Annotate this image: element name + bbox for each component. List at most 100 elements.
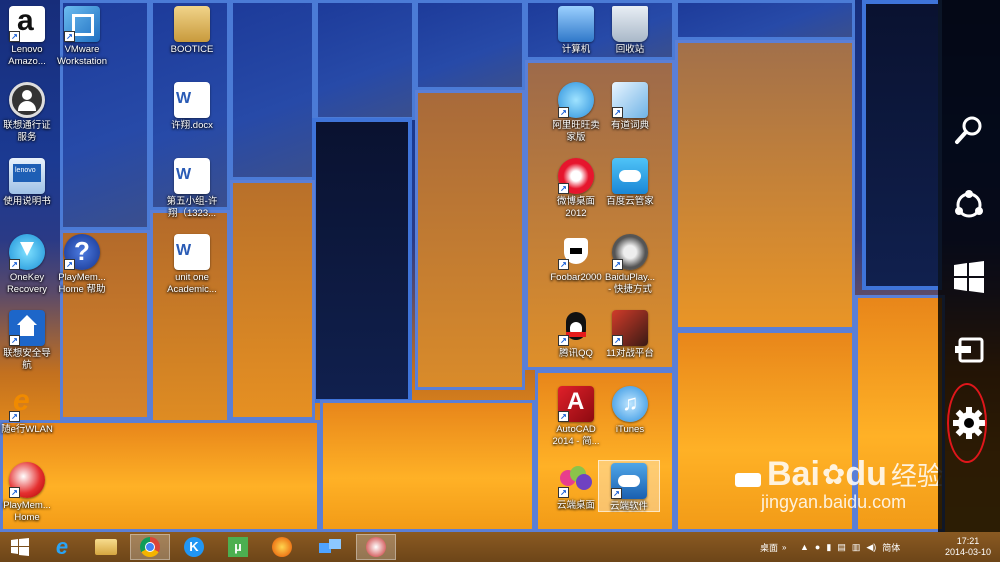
music-note-icon: ♫ xyxy=(612,386,648,422)
desktop-icon-unit-one[interactable]: W unit one Academic... xyxy=(160,234,224,296)
word-document-icon: W xyxy=(174,234,210,270)
monitor-icon: lenovo xyxy=(9,158,45,194)
battery-icon[interactable]: ▮ xyxy=(826,542,831,553)
utorrent-icon: µ xyxy=(228,537,248,557)
desktop-icon-youdao[interactable]: ↗ 有道词典 xyxy=(598,82,662,132)
network-tray-icon[interactable]: ▤ xyxy=(837,542,846,553)
windows-logo-icon xyxy=(11,538,29,556)
taskbar-chrome[interactable] xyxy=(130,534,170,560)
icon-label: 使用说明书 xyxy=(3,196,51,207)
devices-charm[interactable] xyxy=(938,325,1000,375)
wallpaper-panel xyxy=(230,180,315,420)
word-document-icon: W xyxy=(174,158,210,194)
paw-icon: ✿ xyxy=(821,459,846,490)
taskbar-k-app[interactable]: K xyxy=(174,534,214,560)
taskbar-tool[interactable] xyxy=(356,534,396,560)
icon-label: VMware Workstation xyxy=(57,44,107,67)
taskbar-ie[interactable]: e xyxy=(42,534,82,560)
desktop-icon-lenovo-nav[interactable]: ↗ 联想安全导 航 xyxy=(0,310,59,372)
wallpaper-panel xyxy=(315,0,415,120)
share-charm[interactable] xyxy=(938,180,1000,230)
vmware-icon: ↗ xyxy=(64,6,100,42)
chrome-icon xyxy=(140,537,160,557)
sogou-ime-icon xyxy=(735,472,761,487)
amazon-icon: a ↗ xyxy=(9,4,45,42)
desktop: a ↗ Lenovo Amazo... ↗ VMware Workstation… xyxy=(0,0,1000,532)
tool-icon xyxy=(366,537,386,557)
show-hidden-icons-icon[interactable]: ▲ xyxy=(800,542,809,552)
clock[interactable]: 17:21 2014-03-10 xyxy=(938,532,998,562)
desktop-icon-itunes[interactable]: ♫ iTunes xyxy=(598,386,662,436)
clock-date: 2014-03-10 xyxy=(944,547,992,557)
k-icon: K xyxy=(184,537,204,557)
icon-label: PlayMem... Home 帮助 xyxy=(58,272,106,295)
cloud-icon xyxy=(612,158,648,194)
wallpaper-panel xyxy=(320,400,535,532)
watermark-jingyan: 经验 xyxy=(890,461,943,491)
icon-label: unit one Academic... xyxy=(167,272,217,295)
computer-icon xyxy=(558,6,594,42)
desktop-icon-baiduyun[interactable]: 百度云管家 xyxy=(598,158,662,208)
penguin-icon: ↗ xyxy=(558,310,594,346)
share-icon xyxy=(955,190,983,218)
recovery-icon: ↗ xyxy=(9,234,45,270)
aliwangwang-icon: ↗ xyxy=(558,82,594,118)
wallpaper-window xyxy=(862,0,942,290)
desktop-icon-suiexing[interactable]: e ↗ 随e行WLAN xyxy=(0,384,59,436)
start-charm[interactable] xyxy=(938,252,1000,302)
icon-label: 百度云管家 xyxy=(606,196,654,207)
watermark-brand-2: du xyxy=(845,455,887,493)
desktop-icon-group5[interactable]: W 第五小组-许 翔（1323... xyxy=(160,158,224,220)
watermark-brand: Bai xyxy=(767,455,820,493)
chevron-icon: » xyxy=(782,542,787,552)
desktop-icon-bootice[interactable]: BOOTICE xyxy=(160,6,224,56)
icon-label: 云端软件 xyxy=(609,501,648,512)
ime-indicator[interactable]: 简体 xyxy=(882,541,900,554)
media-icon: ↗ xyxy=(9,462,45,498)
desktop-icon-baiduplayer[interactable]: ↗ BaiduPlay... - 快捷方式 xyxy=(598,234,662,296)
desktop-icon-playmem-help[interactable]: ? ↗ PlayMem... Home 帮助 xyxy=(50,234,114,296)
desktop-toolbar-label: 桌面 xyxy=(760,542,779,553)
desktop-icon-playmem-home[interactable]: ↗ PlayMem... Home xyxy=(0,462,59,524)
volume-icon[interactable]: ◀) xyxy=(866,542,876,553)
watermark-url: jingyan.baidu.com xyxy=(761,492,907,512)
icon-label: BOOTICE xyxy=(170,44,214,55)
icon-label: iTunes xyxy=(615,424,645,435)
taskbar-explorer[interactable] xyxy=(86,534,126,560)
desktop-icon-vmware[interactable]: ↗ VMware Workstation xyxy=(50,6,114,68)
icon-label: 回收站 xyxy=(615,44,645,55)
colorful-cloud-icon: ↗ xyxy=(558,462,594,498)
foobar-icon: ↗ xyxy=(558,234,594,270)
wallpaper-panel xyxy=(230,0,315,180)
taskbar-app-globe[interactable] xyxy=(262,534,302,560)
taskbar-utorrent[interactable]: µ xyxy=(218,534,258,560)
qq-tray-icon[interactable]: ● xyxy=(815,542,820,552)
highlight-circle xyxy=(947,383,987,463)
desktop-icon-xuxiang-docx[interactable]: W 许翔.docx xyxy=(160,82,224,132)
film-reel-icon: ↗ xyxy=(612,234,648,270)
clock-time: 17:21 xyxy=(956,536,980,546)
icon-label: 联想安全导 航 xyxy=(3,348,51,371)
start-button[interactable] xyxy=(0,534,40,560)
search-icon xyxy=(955,116,982,144)
signal-icon[interactable]: ▥ xyxy=(852,542,861,553)
network-computers-icon xyxy=(319,539,341,555)
devices-icon xyxy=(955,337,984,363)
desktop-icon-lenovo-pass[interactable]: 联想通行证 服务 xyxy=(0,82,59,144)
taskbar-network[interactable] xyxy=(310,534,350,560)
desktop-icon-manual[interactable]: lenovo 使用说明书 xyxy=(0,158,59,208)
icon-label: PlayMem... Home xyxy=(3,500,51,523)
desktop-icon-cloud-soft[interactable]: ↗ 云端软件 xyxy=(598,460,660,512)
windows-logo-icon xyxy=(954,261,984,293)
charms-bar xyxy=(938,0,1000,532)
desktop-icon-game11[interactable]: ↗ 11对战平台 xyxy=(598,310,662,360)
wallpaper-panel xyxy=(415,90,525,390)
search-charm[interactable] xyxy=(938,105,1000,155)
desktop-icon-recycle[interactable]: 回收站 xyxy=(598,6,662,56)
folder-icon xyxy=(95,539,117,555)
icon-label: 11对战平台 xyxy=(606,348,654,359)
tray-desktop-label[interactable]: 桌面 » xyxy=(760,532,786,562)
globe-icon xyxy=(272,537,292,557)
icon-label: BaiduPlay... - 快捷方式 xyxy=(605,272,655,295)
wallpaper-window xyxy=(312,118,412,403)
